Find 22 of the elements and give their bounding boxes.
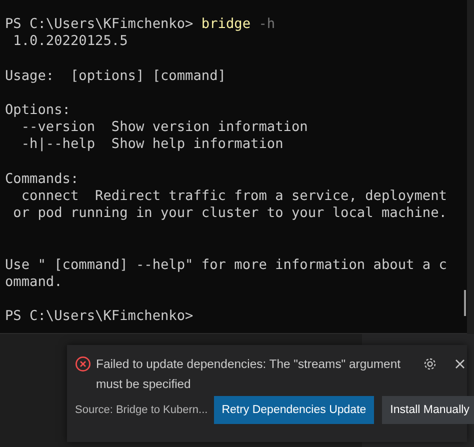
output-line: Use " [command] --help" for more information about a c [5, 256, 447, 273]
prompt-text: PS C:\Users\KFimchenko> [5, 308, 194, 324]
settings-icon[interactable] [422, 356, 438, 372]
install-button[interactable]: Install Manually [382, 396, 474, 424]
command-text: bridge [201, 16, 251, 32]
output-line: Commands: [5, 170, 79, 187]
scrollbar-thumb[interactable] [464, 290, 466, 316]
source-label: Source: Bridge to Kubern... [75, 404, 208, 416]
notification-message: Failed to update dependencies: The "streams" argument must be specified [96, 356, 402, 393]
error-icon [75, 356, 91, 372]
prompt-text: PS C:\Users\KFimchenko> [5, 16, 194, 32]
output-line: ommand. [5, 274, 62, 290]
output-line: 1.0.20220125.5 [12, 33, 128, 50]
output-line: --version Show version information [20, 119, 308, 136]
output-line: Usage: [options] [command] [5, 68, 226, 84]
output-line: Options: [5, 102, 70, 118]
close-icon[interactable] [453, 357, 467, 371]
argument-text: -h [258, 16, 276, 32]
output-line: -h|--help Show help information [20, 136, 284, 152]
output-line: or pod running in your cluster to your local machine. [12, 205, 447, 222]
output-line: connect Redirect traffic from a service, deployment [20, 188, 447, 204]
retry-button[interactable]: Retry Dependencies Update [214, 396, 374, 424]
